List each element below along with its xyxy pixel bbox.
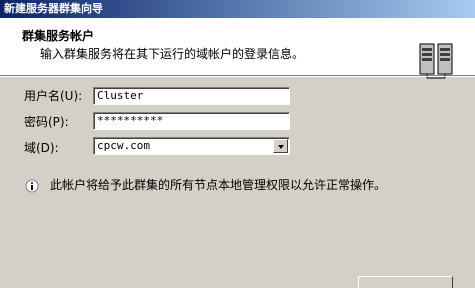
username-field[interactable]: Cluster bbox=[93, 87, 290, 105]
wizard-header: 群集服务帐户 输入群集服务将在其下运行的域帐户的登录信息。 bbox=[0, 18, 475, 79]
page-subtitle: 输入群集服务将在其下运行的域帐户的登录信息。 bbox=[40, 47, 305, 61]
password-field[interactable]: ********** bbox=[93, 112, 290, 130]
username-label: 用户名(U): bbox=[24, 89, 83, 103]
domain-value: cpcw.com bbox=[97, 139, 150, 152]
title-bar: 新建服务器群集向导 bbox=[0, 0, 475, 18]
info-text: 此帐户将给予此群集的所有节点本地管理权限以允许正常操作。 bbox=[50, 178, 387, 192]
wizard-button[interactable] bbox=[358, 276, 453, 288]
page-title: 群集服务帐户 bbox=[22, 29, 95, 43]
password-label: 密码(P): bbox=[24, 115, 69, 129]
domain-label: 域(D): bbox=[24, 141, 59, 155]
header-divider bbox=[0, 76, 475, 77]
window-title: 新建服务器群集向导 bbox=[4, 2, 103, 15]
domain-select[interactable]: cpcw.com bbox=[93, 137, 290, 155]
cluster-servers-icon bbox=[419, 43, 453, 79]
info-icon bbox=[25, 179, 39, 193]
chevron-down-icon[interactable] bbox=[273, 139, 288, 153]
